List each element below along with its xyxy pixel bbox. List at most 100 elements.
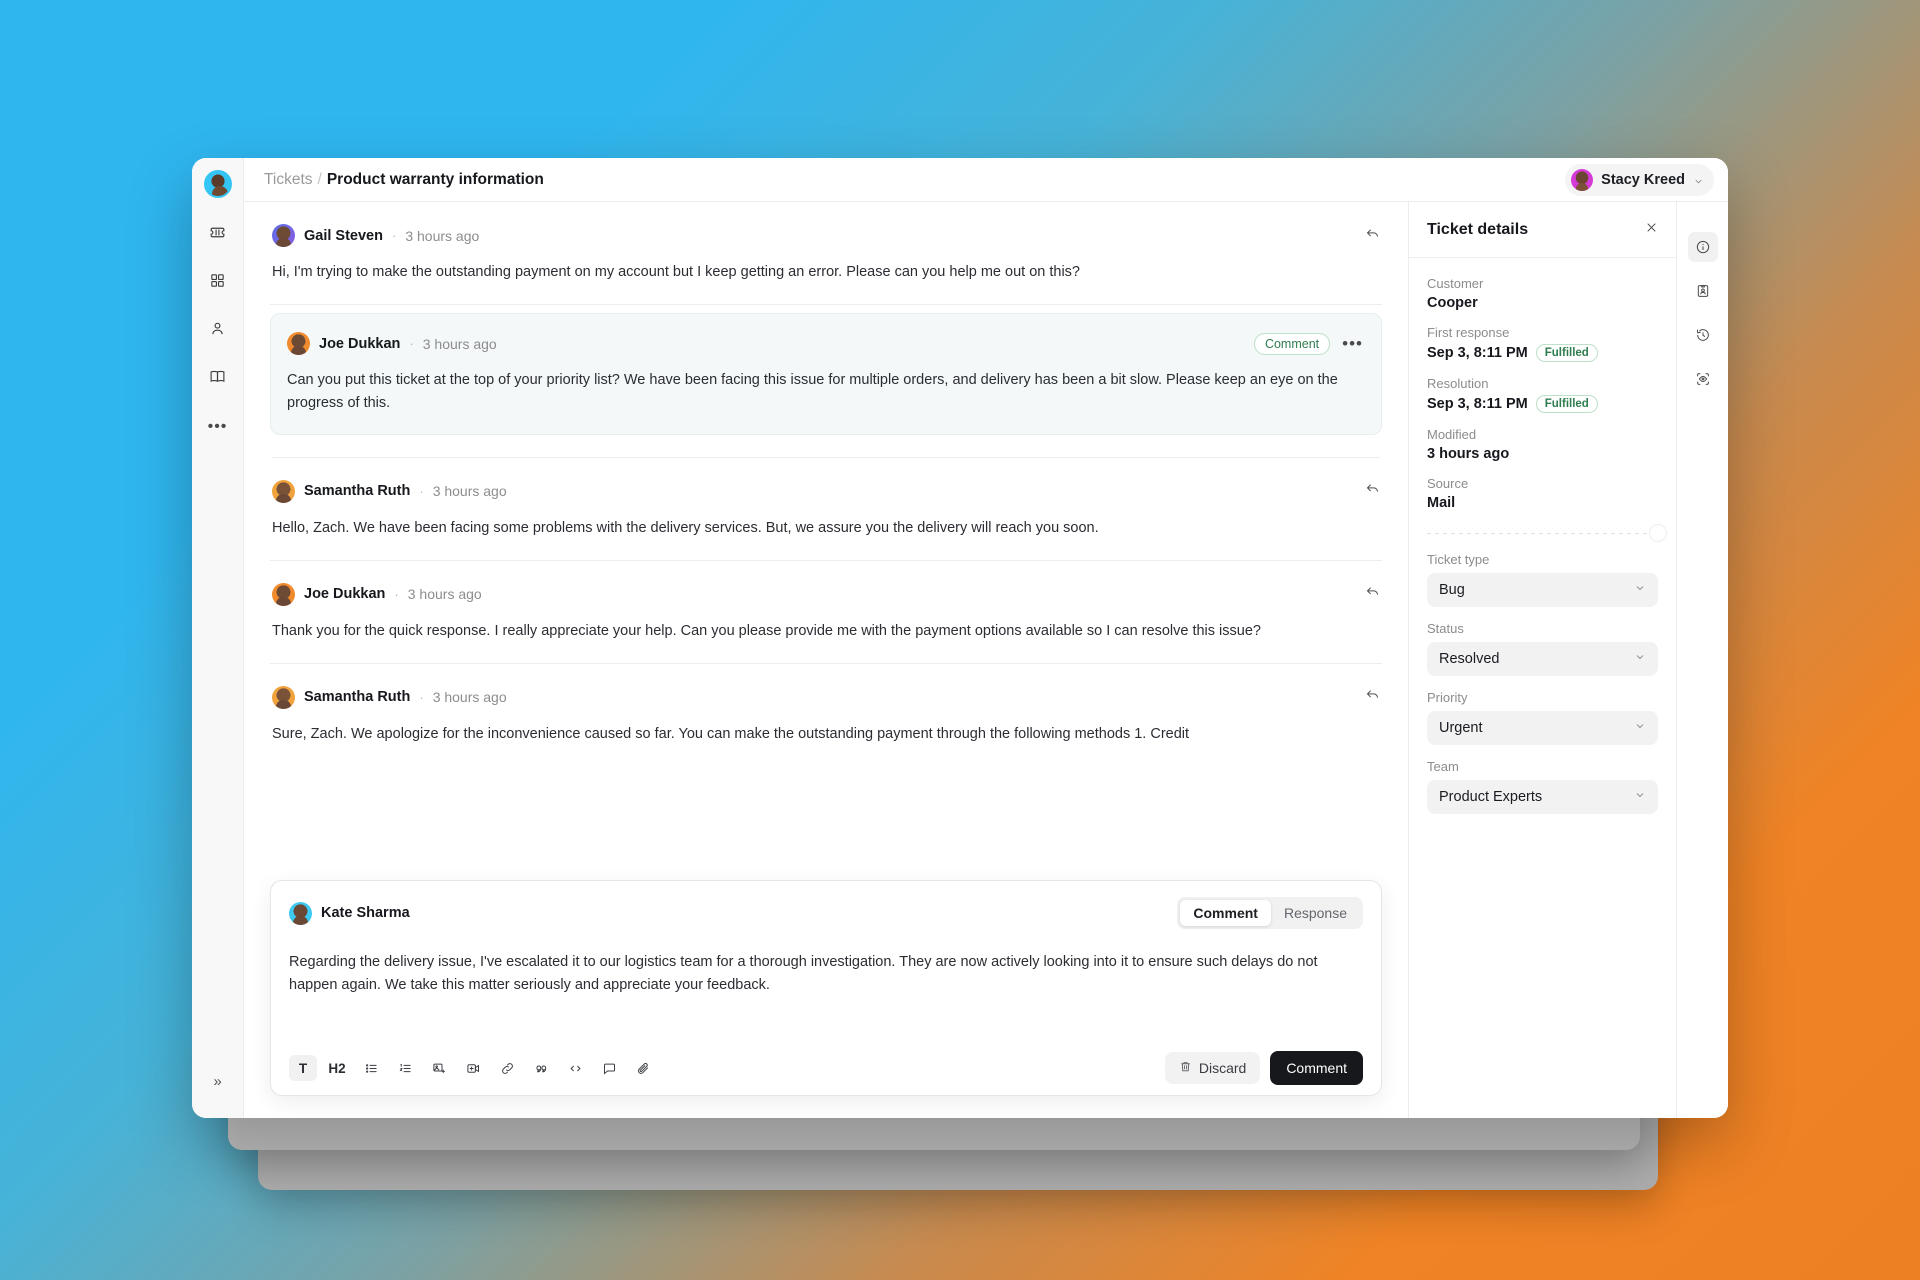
avatar	[272, 685, 295, 709]
close-icon[interactable]	[1645, 221, 1658, 239]
composer-author: Kate Sharma	[321, 905, 410, 921]
code-icon[interactable]	[561, 1055, 589, 1081]
field-label-modified: Modified	[1427, 427, 1477, 442]
discard-label: Discard	[1198, 1060, 1247, 1076]
main-column: Tickets / Product warranty information Sta…	[244, 158, 1728, 1118]
message-header: Gail Steven · 3 hours ago	[272, 224, 1380, 247]
more-icon[interactable]: •••	[1342, 335, 1363, 352]
reply-icon[interactable]	[1365, 226, 1380, 246]
status-badge: Fulfilled	[1535, 344, 1598, 362]
chevron-down-icon	[1634, 720, 1646, 736]
submit-comment-button[interactable]: Comment	[1270, 1051, 1363, 1085]
message-actions	[1365, 687, 1380, 707]
composer-buttons: Discard Comment	[1164, 1051, 1363, 1085]
message-time: 3 hours ago	[405, 227, 480, 244]
select-value: Resolved	[1439, 651, 1500, 667]
message-item: Gail Steven · 3 hours ago Hi, I'm trying…	[270, 202, 1382, 306]
heading-2-glyph: H2	[328, 1060, 346, 1076]
info-icon[interactable]	[1687, 232, 1718, 262]
message-item: Samantha Ruth · 3 hours ago Sure, Zach. …	[270, 664, 1382, 746]
reply-icon[interactable]	[1365, 481, 1380, 501]
avatar	[1571, 168, 1594, 191]
message-header: Joe Dukkan · 3 hours ago	[272, 582, 1380, 606]
contact-card-icon[interactable]	[1688, 276, 1718, 306]
activity-view-icon[interactable]	[1688, 364, 1718, 394]
avatar	[272, 582, 295, 606]
message-author: Gail Steven	[304, 227, 383, 244]
details-selects: Ticket type Bug Status Resolved Priority…	[1409, 534, 1676, 828]
comment-bubble-icon[interactable]	[595, 1055, 623, 1081]
conversation-panel: Gail Steven · 3 hours ago Hi, I'm trying…	[244, 202, 1408, 1118]
book-icon	[209, 368, 226, 390]
person-icon	[209, 320, 226, 342]
divider	[1427, 524, 1667, 542]
user-menu-button[interactable]: Stacy Kreed	[1565, 163, 1714, 196]
insert-video-icon[interactable]	[459, 1055, 487, 1081]
breadcrumb-separator: /	[317, 170, 322, 188]
sidebar-item-more[interactable]: •••	[203, 412, 233, 442]
message-body: Hello, Zach. We have been facing some pr…	[272, 519, 1099, 536]
message-body: Hi, I'm trying to make the outstanding p…	[272, 264, 1080, 280]
source-value: Mail	[1427, 495, 1456, 511]
field-value-modified: 3 hours ago	[1427, 446, 1658, 462]
tab-comment[interactable]: Comment	[1180, 900, 1271, 926]
bullet-list-icon[interactable]	[357, 1055, 385, 1081]
insert-image-icon[interactable]	[425, 1055, 453, 1081]
field-label-resolution: Resolution	[1427, 376, 1489, 391]
history-icon[interactable]	[1688, 320, 1718, 350]
top-bar: Tickets / Product warranty information Sta…	[244, 158, 1728, 202]
attachment-icon[interactable]	[629, 1055, 657, 1081]
field-label-source: Source	[1427, 476, 1469, 491]
sidebar-expand-button[interactable]: »	[213, 1073, 221, 1090]
select-priority[interactable]: Urgent	[1427, 711, 1658, 745]
chevron-down-icon	[1634, 789, 1646, 805]
status-badge: Comment	[1253, 332, 1331, 355]
page-title: Ticket details	[1427, 220, 1529, 238]
select-value: Product Experts	[1439, 789, 1543, 805]
message-body: Can you put this ticket at the top of yo…	[287, 372, 1338, 412]
numbered-list-icon[interactable]	[391, 1055, 419, 1081]
dashed-line	[1427, 533, 1658, 534]
tab-response[interactable]: Response	[1271, 900, 1360, 926]
text-format-icon[interactable]: T	[289, 1055, 317, 1081]
formatting-toolbar: T H2	[289, 1055, 657, 1081]
select-status[interactable]: Resolved	[1427, 642, 1658, 676]
sidebar-item-dashboard[interactable]	[203, 268, 233, 298]
message-actions	[1365, 226, 1380, 246]
breadcrumb-root[interactable]: Tickets	[264, 171, 313, 188]
grid-icon	[209, 272, 226, 294]
composer-textarea[interactable]: Regarding the delivery issue, I've escal…	[289, 951, 1363, 1025]
message-author: Joe Dukkan	[319, 335, 401, 352]
left-sidebar: ••• »	[192, 158, 244, 1118]
modified-time: 3 hours ago	[1427, 446, 1510, 462]
breadcrumb-current: Product warranty information	[326, 170, 544, 188]
sidebar-item-contacts[interactable]	[203, 316, 233, 346]
message-item: Joe Dukkan · 3 hours ago Thank you for t…	[270, 561, 1382, 664]
notch-circle	[1649, 524, 1667, 542]
select-team[interactable]: Product Experts	[1427, 780, 1658, 814]
sidebar-item-knowledge-base[interactable]	[203, 364, 233, 394]
field-value-resolution: Sep 3, 8:11 PM Fulfilled	[1427, 395, 1658, 413]
message-time: 3 hours ago	[422, 335, 497, 352]
sidebar-item-tickets[interactable]	[203, 220, 233, 250]
message-header: Samantha Ruth · 3 hours ago	[272, 685, 1380, 709]
message-time: 3 hours ago	[432, 483, 507, 500]
reply-icon[interactable]	[1365, 584, 1380, 604]
message-item-internal-comment: Joe Dukkan · 3 hours ago Comment ••• Can…	[270, 313, 1382, 435]
quote-icon[interactable]	[527, 1055, 555, 1081]
discard-button[interactable]: Discard	[1164, 1052, 1261, 1084]
details-fields: Customer Cooper First response Sep 3, 8:…	[1409, 258, 1676, 542]
select-ticket-type[interactable]: Bug	[1427, 573, 1658, 607]
chevron-down-icon	[1693, 174, 1704, 185]
message-header: Samantha Ruth · 3 hours ago	[272, 479, 1380, 503]
heading-2-icon[interactable]: H2	[323, 1055, 351, 1081]
customer-name: Cooper	[1427, 295, 1478, 311]
link-icon[interactable]	[493, 1055, 521, 1081]
app-window: ••• » Tickets / Product warranty informati…	[192, 158, 1728, 1118]
field-value-source: Mail	[1427, 495, 1658, 511]
content-row: Gail Steven · 3 hours ago Hi, I'm trying…	[244, 202, 1728, 1118]
reply-icon[interactable]	[1365, 687, 1380, 707]
sidebar-user-avatar[interactable]	[203, 170, 232, 198]
composer-mode-toggle: Comment Response	[1177, 897, 1363, 929]
select-label-status: Status	[1427, 621, 1464, 636]
